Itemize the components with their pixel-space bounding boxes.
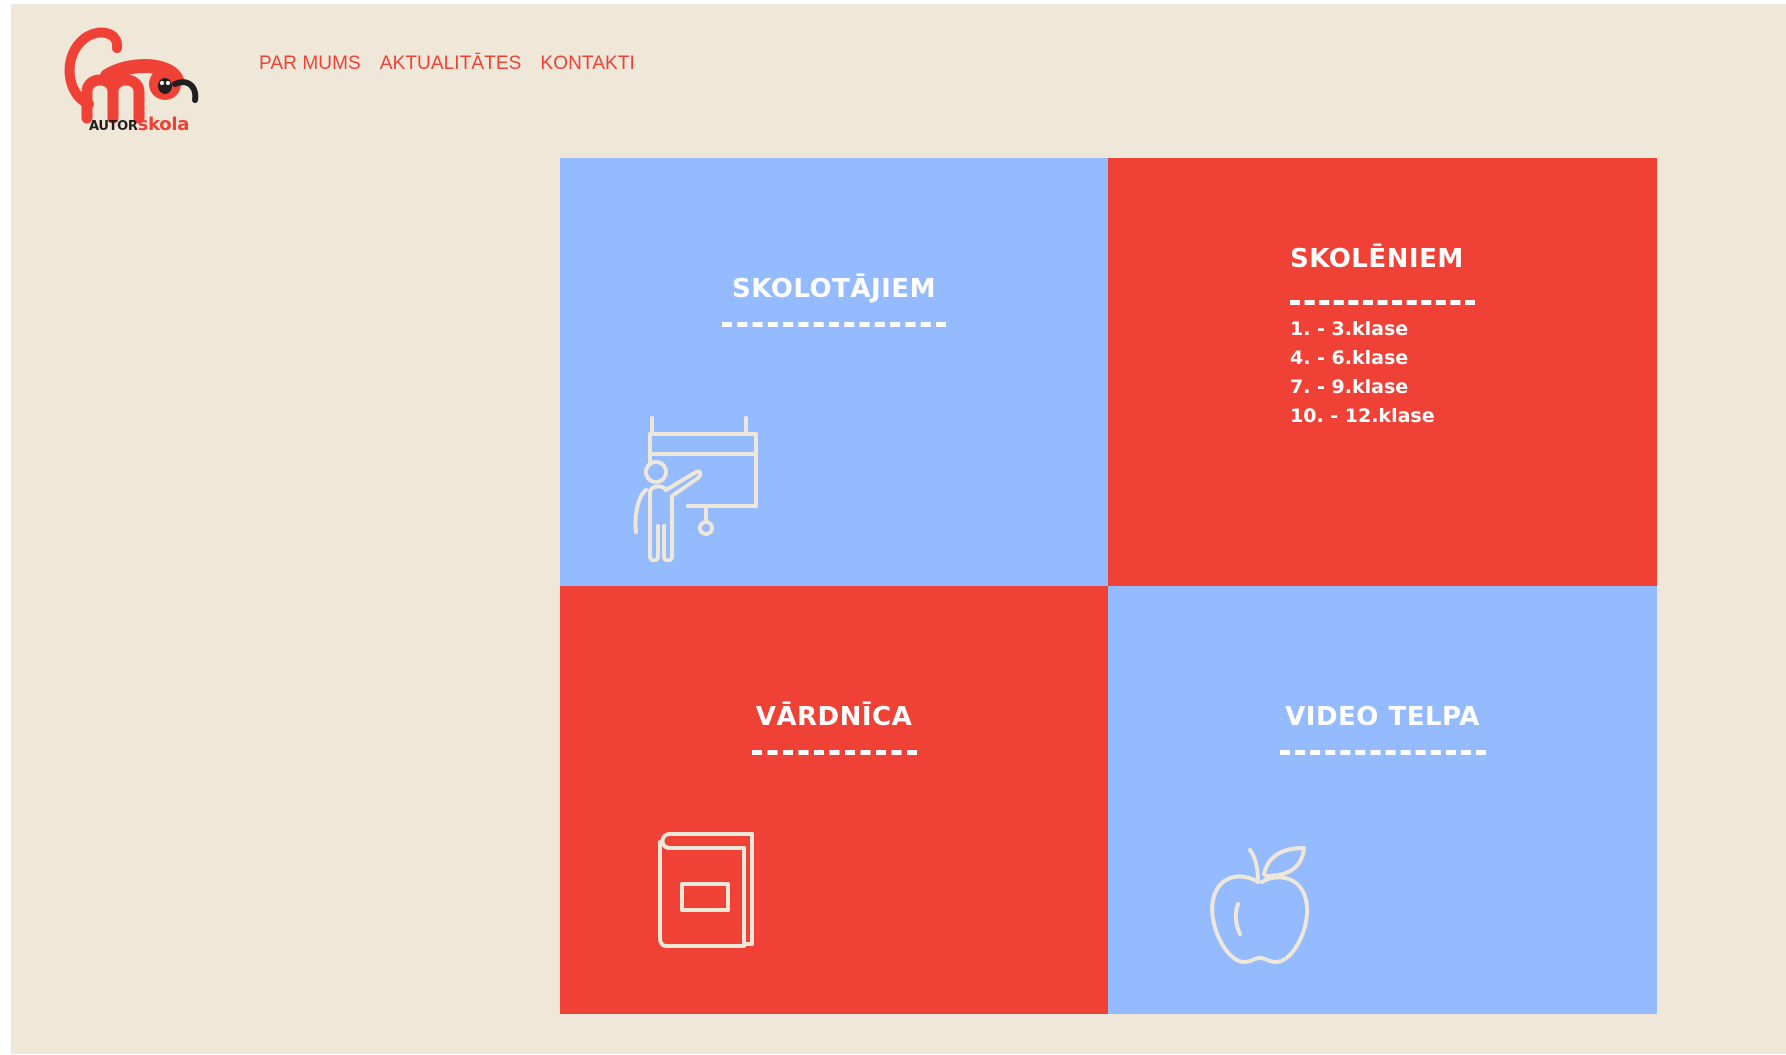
section-grid: SKOLOTĀJIEM SKOLĒNIEM 1. - 3.klase 4. - …	[560, 158, 1657, 1014]
class-link-10-12[interactable]: 10. - 12.klase	[1290, 402, 1475, 431]
logo-wordmark: AUTORskola	[89, 114, 189, 135]
tile-dictionary[interactable]: VĀRDNĪCA	[560, 586, 1108, 1014]
page: AUTORskola PAR MUMS AKTUALITĀTES KONTAKT…	[11, 4, 1786, 1054]
logo-text-autor: AUTOR	[89, 119, 138, 134]
main-nav: PAR MUMS AKTUALITĀTES KONTAKTI	[259, 53, 635, 75]
tile-dictionary-title[interactable]: VĀRDNĪCA	[756, 702, 912, 732]
site-logo[interactable]: AUTORskola	[59, 26, 209, 138]
dashed-divider	[1290, 300, 1475, 305]
tile-students-title[interactable]: SKOLĒNIEM	[1290, 244, 1475, 274]
nav-aktualitates[interactable]: AKTUALITĀTES	[380, 53, 522, 75]
tile-students[interactable]: SKOLĒNIEM 1. - 3.klase 4. - 6.klase 7. -…	[1108, 158, 1657, 586]
class-link-4-6[interactable]: 4. - 6.klase	[1290, 344, 1475, 373]
dashed-divider	[722, 322, 946, 327]
book-icon	[658, 832, 754, 948]
nav-kontakti[interactable]: KONTAKTI	[540, 53, 634, 75]
tile-video-title[interactable]: VIDEO TELPA	[1285, 702, 1480, 732]
tile-teachers-title[interactable]: SKOLOTĀJIEM	[732, 274, 936, 304]
dashed-divider	[751, 750, 917, 755]
class-list: 1. - 3.klase 4. - 6.klase 7. - 9.klase 1…	[1290, 315, 1475, 431]
logo-text-skola: skola	[137, 114, 190, 135]
tile-video[interactable]: VIDEO TELPA	[1108, 586, 1657, 1014]
dashed-divider	[1279, 750, 1486, 755]
class-link-7-9[interactable]: 7. - 9.klase	[1290, 373, 1475, 402]
tile-teachers[interactable]: SKOLOTĀJIEM	[560, 158, 1108, 586]
nav-par-mums[interactable]: PAR MUMS	[259, 53, 361, 75]
apple-icon	[1210, 846, 1310, 964]
class-link-1-3[interactable]: 1. - 3.klase	[1290, 315, 1475, 344]
teacher-board-icon	[633, 416, 758, 562]
